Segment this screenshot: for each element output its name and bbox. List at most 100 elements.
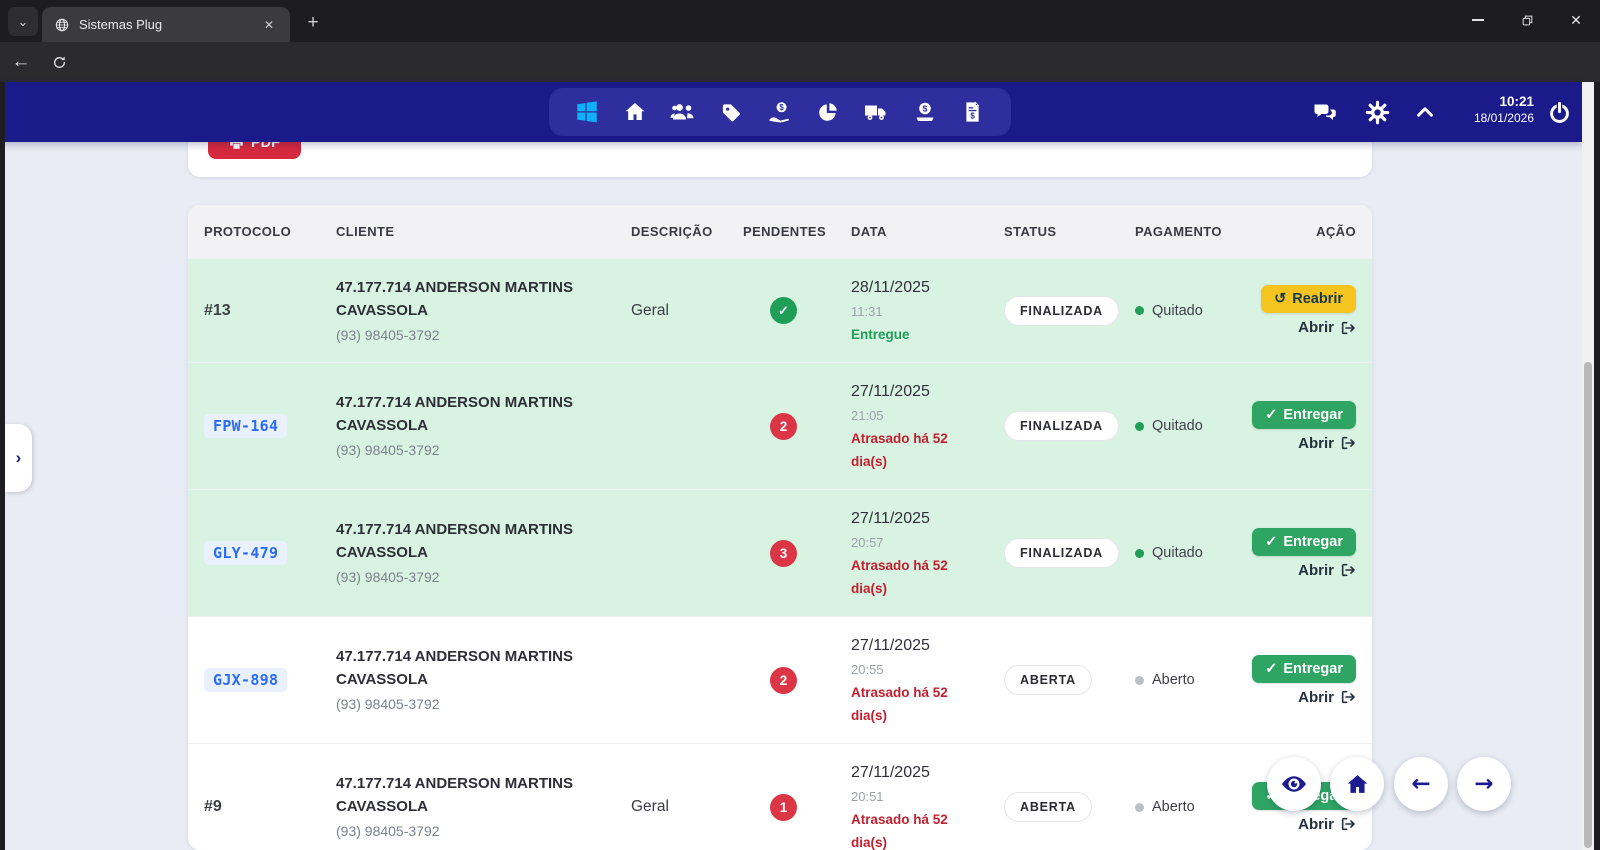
time-value: 21:05 xyxy=(851,404,1004,427)
settings-gear-icon[interactable] xyxy=(1362,97,1392,127)
tag-icon[interactable] xyxy=(717,97,747,127)
table-body: #13 47.177.714 ANDERSON MARTINS CAVASSOL… xyxy=(188,258,1372,850)
open-link[interactable]: Abrir xyxy=(1298,816,1356,833)
status-badge: ABERTA xyxy=(1004,665,1092,695)
tab-close-icon[interactable]: ✕ xyxy=(260,16,278,34)
eye-icon xyxy=(1280,770,1308,798)
chevron-right-icon: › xyxy=(16,448,22,468)
invoice-dollar-icon[interactable]: $ xyxy=(958,97,988,127)
home-fab[interactable] xyxy=(1330,757,1384,811)
client-phone: (93) 98405-3792 xyxy=(336,693,631,715)
refresh-icon xyxy=(51,54,68,71)
sidebar-expander[interactable]: › xyxy=(5,424,32,492)
header-descricao: DESCRIÇÃO xyxy=(631,224,743,239)
pending-badge: 1 xyxy=(770,794,797,821)
open-link-label: Abrir xyxy=(1298,562,1334,579)
payment-label: Quitado xyxy=(1152,545,1203,561)
coin-deposit-icon[interactable]: $ xyxy=(910,97,940,127)
pie-chart-icon[interactable] xyxy=(813,97,843,127)
delivery-note: Atrasado há 52 dia(s) xyxy=(851,808,959,850)
tab-search-button[interactable]: ⌄ xyxy=(8,7,38,36)
open-link[interactable]: Abrir xyxy=(1298,562,1356,579)
pending-badge: ✓ xyxy=(770,297,797,324)
windows-logo-icon[interactable] xyxy=(572,97,602,127)
open-link[interactable]: Abrir xyxy=(1298,435,1356,452)
header-cliente: CLIENTE xyxy=(336,224,631,239)
protocol-value[interactable]: FPW-164 xyxy=(204,414,287,438)
header-data: DATA xyxy=(851,224,1004,239)
svg-text:$: $ xyxy=(922,103,927,113)
restore-icon xyxy=(1521,14,1534,27)
payment-label: Quitado xyxy=(1152,303,1203,319)
open-link[interactable]: Abrir xyxy=(1298,689,1356,706)
action-button[interactable]: ↺ Reabrir xyxy=(1261,285,1356,313)
client-phone: (93) 98405-3792 xyxy=(336,566,631,588)
refresh-button[interactable] xyxy=(44,42,74,82)
status-badge: FINALIZADA xyxy=(1004,411,1119,441)
client-name: 47.177.714 ANDERSON MARTINS CAVASSOLA xyxy=(336,391,576,437)
tab-title: Sistemas Plug xyxy=(79,17,260,32)
time-value: 11:31 xyxy=(851,300,1004,323)
pending-badge: 3 xyxy=(770,540,797,567)
payment-label: Aberto xyxy=(1152,799,1195,815)
arrow-right-icon: → xyxy=(1474,771,1493,797)
client-name: 47.177.714 ANDERSON MARTINS CAVASSOLA xyxy=(336,518,576,564)
protocol-value[interactable]: GJX-898 xyxy=(204,668,287,692)
open-external-icon xyxy=(1340,816,1356,832)
client-phone: (93) 98405-3792 xyxy=(336,439,631,461)
open-link[interactable]: Abrir xyxy=(1298,319,1356,336)
chevron-up-icon[interactable] xyxy=(1410,97,1440,127)
clients-icon[interactable] xyxy=(669,97,699,127)
scrollbar-thumb[interactable] xyxy=(1584,362,1592,848)
previous-page-fab[interactable]: ← xyxy=(1394,757,1448,811)
open-link-label: Abrir xyxy=(1298,689,1334,706)
header-pendentes: PENDENTES xyxy=(743,224,851,239)
window-minimize-button[interactable] xyxy=(1456,0,1500,40)
window-restore-button[interactable] xyxy=(1505,0,1549,40)
client-phone: (93) 98405-3792 xyxy=(336,820,631,842)
protocol-value[interactable]: GLY-479 xyxy=(204,541,287,565)
hand-dollar-icon[interactable]: $ xyxy=(765,97,795,127)
action-button-icon: ↺ xyxy=(1274,291,1286,307)
table-row: GLY-479 47.177.714 ANDERSON MARTINS CAVA… xyxy=(188,489,1372,616)
action-button[interactable]: ✓ Entregar xyxy=(1252,528,1356,556)
table-row: GJX-898 47.177.714 ANDERSON MARTINS CAVA… xyxy=(188,616,1372,743)
header-acao: AÇÃO xyxy=(1216,224,1356,239)
time-value: 20:55 xyxy=(851,658,1004,681)
browser-toolbar: ← https://atacado.sistemasplug.com/publi… xyxy=(0,42,1600,82)
protocol-value[interactable]: #13 xyxy=(204,302,231,319)
action-button[interactable]: ✓ Entregar xyxy=(1252,655,1356,683)
header-protocolo: PROTOCOLO xyxy=(204,224,336,239)
payment-dot xyxy=(1135,676,1144,685)
description-value: Geral xyxy=(631,798,743,816)
action-button-label: Entregar xyxy=(1283,407,1343,423)
action-button-label: Entregar xyxy=(1283,534,1343,550)
truck-icon[interactable] xyxy=(861,97,891,127)
description-value: Geral xyxy=(631,302,743,320)
table-header-row: PROTOCOLO CLIENTE DESCRIÇÃO PENDENTES DA… xyxy=(188,205,1372,258)
messages-icon[interactable] xyxy=(1310,97,1340,127)
browser-back-button[interactable]: ← xyxy=(6,42,36,82)
date-value: 27/11/2025 xyxy=(851,760,1004,785)
globe-icon xyxy=(54,17,70,33)
home-icon[interactable] xyxy=(620,97,650,127)
header-right-cluster: 10:21 18/01/2026 xyxy=(1222,82,1582,142)
action-button-icon: ✓ xyxy=(1265,534,1277,550)
power-icon[interactable] xyxy=(1544,97,1574,127)
browser-tab[interactable]: Sistemas Plug ✕ xyxy=(42,7,290,42)
protocol-value[interactable]: #9 xyxy=(204,798,222,815)
action-button[interactable]: ✓ Entregar xyxy=(1252,401,1356,429)
scrollbar-track[interactable] xyxy=(1582,82,1594,850)
status-badge: ABERTA xyxy=(1004,792,1092,822)
next-page-fab[interactable]: → xyxy=(1457,757,1511,811)
tab-strip: ⌄ Sistemas Plug ✕ + ✕ xyxy=(0,0,1600,42)
window-close-button[interactable]: ✕ xyxy=(1554,0,1598,40)
new-tab-button[interactable]: + xyxy=(298,8,328,37)
view-fab[interactable] xyxy=(1267,757,1321,811)
date-value: 27/11/2025 xyxy=(851,633,1004,658)
window-frame-right xyxy=(1594,82,1600,850)
payment-dot xyxy=(1135,422,1144,431)
date-text: 18/01/2026 xyxy=(1444,111,1534,126)
delivery-note: Atrasado há 52 dia(s) xyxy=(851,427,959,473)
app-header: $ $ xyxy=(0,82,1582,142)
